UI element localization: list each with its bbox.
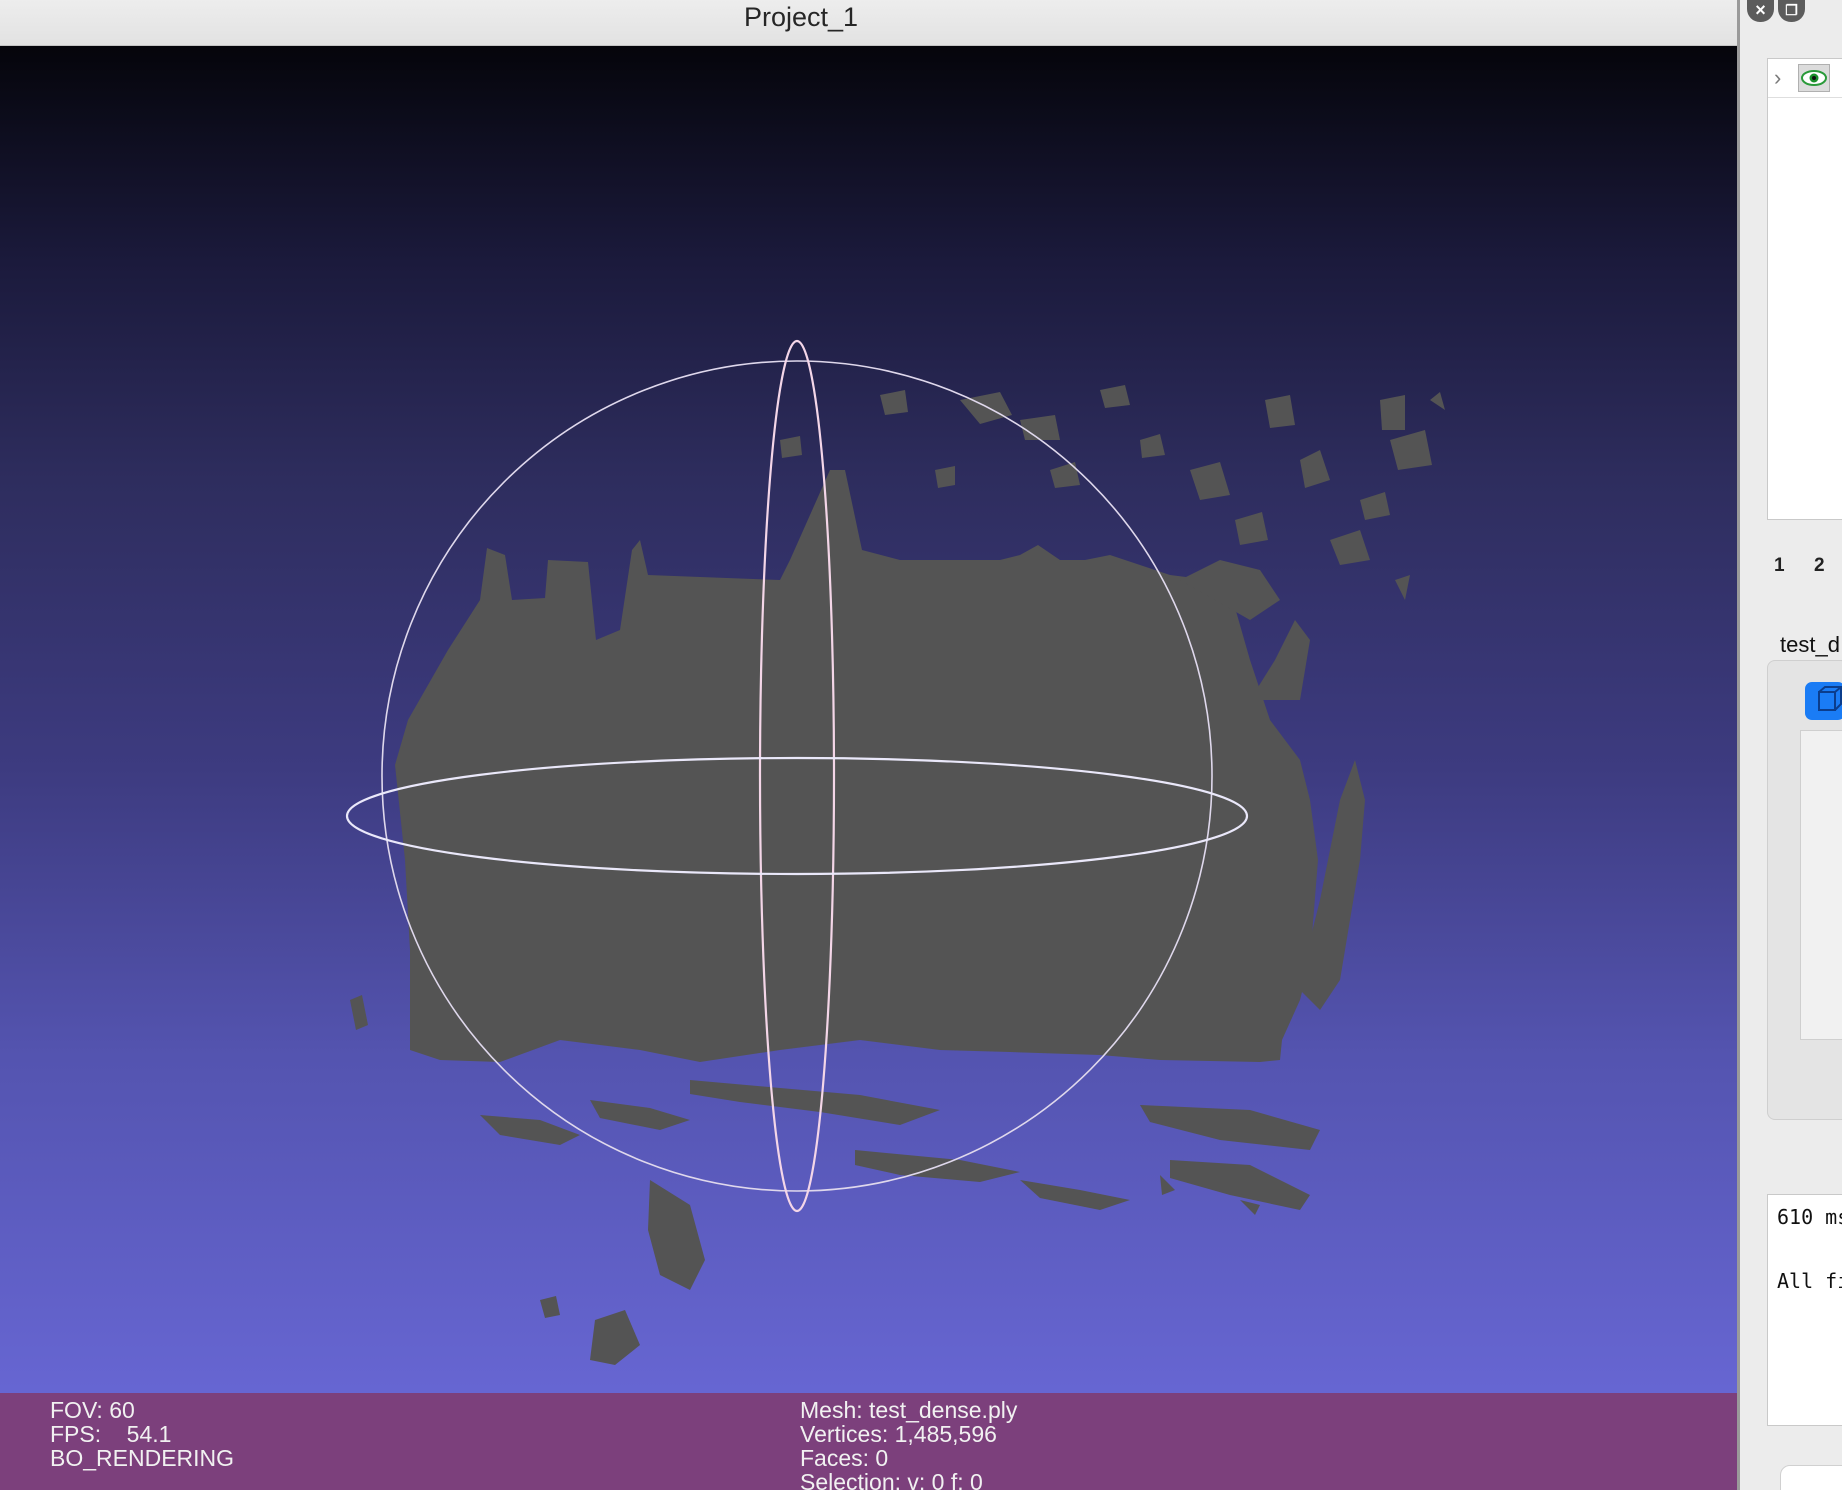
layer-dialog: × ❐ › 1 2 test_d 610 ms All fi (1740, 0, 1842, 1490)
face-count-label: Faces: 0 (800, 1445, 889, 1471)
layer-row[interactable]: › (1768, 59, 1842, 98)
window-title-bar: Project_1 (0, 0, 1737, 46)
viewport-info-bar: FOV: 60 FPS: 54.1 BO_RENDERING Mesh: tes… (0, 1393, 1737, 1490)
restore-icon[interactable]: ❐ (1778, 0, 1805, 22)
point-cloud (350, 385, 1445, 1365)
tab-2[interactable]: 2 (1814, 555, 1825, 577)
log-line: 610 ms (1777, 1205, 1842, 1229)
3d-viewport[interactable]: FOV: 60 FPS: 54.1 BO_RENDERING Mesh: tes… (0, 46, 1737, 1490)
mesh-cube-button[interactable] (1805, 682, 1842, 720)
render-mode-label: BO_RENDERING (50, 1445, 235, 1471)
point-cloud-render (345, 339, 1445, 1365)
fov-readout: FOV: 60 (50, 1397, 135, 1423)
cube-icon (1818, 686, 1842, 711)
close-icon[interactable]: × (1747, 0, 1774, 22)
fps-readout: FPS: 54.1 (50, 1421, 172, 1447)
selected-mesh-name: test_d (1780, 632, 1840, 657)
log-line: All fi (1777, 1269, 1842, 1293)
mesh-info-content (1800, 730, 1842, 1040)
mesh-name-label: Mesh: test_dense.ply (800, 1397, 1018, 1423)
layer-list[interactable]: › (1767, 58, 1842, 520)
window-title: Project_1 (743, 2, 859, 32)
vertex-count-label: Vertices: 1,485,596 (800, 1421, 997, 1447)
bottom-tab[interactable] (1780, 1465, 1842, 1490)
selection-label: Selection: v: 0 f: 0 (800, 1469, 983, 1490)
eye-icon[interactable] (1798, 64, 1830, 92)
log-output[interactable]: 610 ms All fi (1767, 1194, 1842, 1426)
chevron-right-icon[interactable]: › (1774, 65, 1781, 91)
tab-1[interactable]: 1 (1774, 555, 1785, 577)
